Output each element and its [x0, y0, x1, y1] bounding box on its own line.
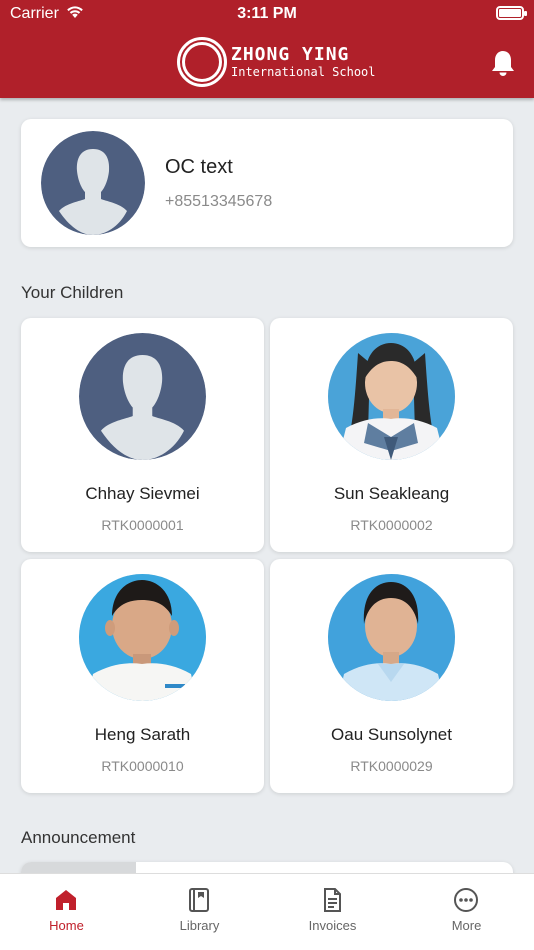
- status-bar: Carrier 3:11 PM: [0, 0, 534, 30]
- child-name: Chhay Sievmei: [85, 484, 200, 503]
- child-photo-image: [328, 574, 455, 701]
- child-photo-image: [328, 333, 455, 460]
- battery-icon: [496, 6, 527, 20]
- status-time: 3:11 PM: [237, 5, 297, 22]
- child-id: RTK0000001: [101, 517, 184, 533]
- tab-home[interactable]: Home: [0, 874, 133, 950]
- default-avatar-icon: [79, 333, 206, 460]
- profile-phone: +85513345678: [165, 193, 273, 210]
- children-section-title: Your Children: [21, 283, 124, 302]
- home-icon: [56, 890, 76, 910]
- profile-name: OC text: [165, 156, 233, 178]
- school-seal-icon: [177, 37, 227, 87]
- child-id: RTK0000002: [350, 517, 433, 533]
- child-photo-image: [79, 574, 206, 701]
- child-avatar: [79, 333, 206, 460]
- child-photo: [79, 574, 206, 701]
- app-header: Carrier 3:11 PM ZHONG YING International…: [0, 0, 534, 98]
- school-subtitle: International School: [231, 65, 376, 79]
- tab-library[interactable]: Library: [133, 874, 266, 950]
- school-name: ZHONG YING: [231, 44, 350, 65]
- book-icon: [189, 888, 209, 912]
- child-name: Sun Seakleang: [333, 484, 450, 503]
- child-card[interactable]: Oau Sunsolynet RTK0000029: [270, 559, 513, 793]
- more-icon: [454, 888, 478, 912]
- child-photo: [328, 574, 455, 701]
- bell-icon[interactable]: [488, 48, 518, 78]
- tab-library-label: Library: [179, 918, 220, 933]
- announcement-section-title: Announcement: [21, 828, 136, 847]
- profile-card[interactable]: OC text +85513345678: [21, 119, 513, 247]
- child-card[interactable]: Heng Sarath RTK0000010: [21, 559, 264, 793]
- tab-home-label: Home: [49, 918, 84, 933]
- school-logo: ZHONG YING International School: [177, 37, 376, 87]
- tab-invoices-label: Invoices: [308, 918, 357, 933]
- child-name: Heng Sarath: [94, 725, 191, 744]
- child-name: Oau Sunsolynet: [331, 725, 452, 744]
- tab-more-label: More: [451, 918, 482, 933]
- child-id: RTK0000010: [101, 758, 184, 774]
- child-card[interactable]: Sun Seakleang RTK0000002: [270, 318, 513, 552]
- profile-avatar: [41, 131, 145, 235]
- default-avatar-icon: [41, 131, 145, 235]
- tab-more[interactable]: More: [400, 874, 533, 950]
- tab-invoices[interactable]: Invoices: [266, 874, 399, 950]
- child-id: RTK0000029: [350, 758, 433, 774]
- child-photo: [328, 333, 455, 460]
- document-icon: [324, 888, 341, 912]
- bottom-tab-bar: Home Library Invoices More: [0, 873, 534, 950]
- child-card[interactable]: Chhay Sievmei RTK0000001: [21, 318, 264, 552]
